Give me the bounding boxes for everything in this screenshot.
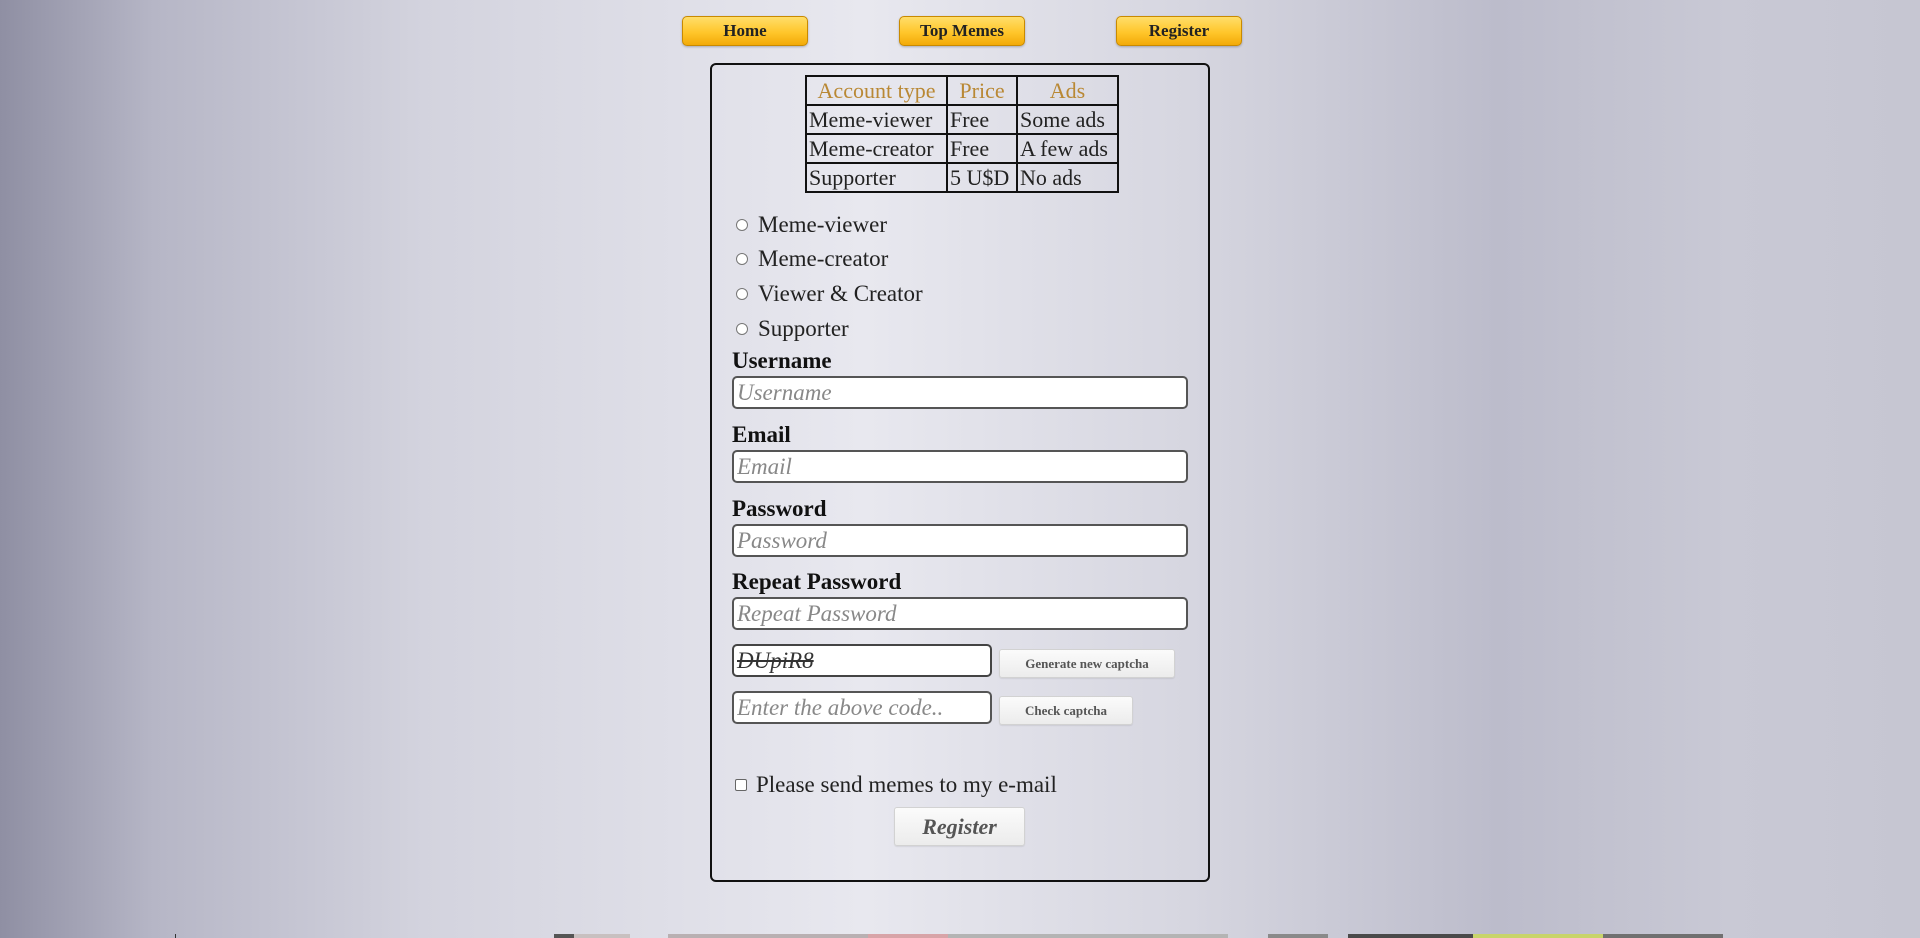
radio-label: Meme-creator [758,246,889,271]
bottom-image-strip [948,934,1228,938]
captcha-input[interactable] [732,691,992,724]
radio-button[interactable] [736,219,748,231]
table-cell: Some ads [1016,104,1119,135]
captcha-code-display: DUpiR8 [732,644,992,677]
email-input[interactable] [732,450,1188,483]
account-types-table: Account type Price Ads Meme-viewer Free … [805,75,1119,193]
newsletter-option[interactable]: Please send memes to my e-mail [735,770,1057,800]
username-input[interactable] [732,376,1188,409]
generate-captcha-button[interactable]: Generate new captcha [999,649,1175,678]
newsletter-checkbox[interactable] [735,779,747,791]
radio-button[interactable] [736,253,748,265]
nav-register-button[interactable]: Register [1116,16,1242,46]
radio-button[interactable] [736,288,748,300]
newsletter-label: Please send memes to my e-mail [756,772,1057,797]
radio-option-viewer-creator[interactable]: Viewer & Creator [736,279,923,309]
table-cell: Meme-viewer [805,104,948,135]
bottom-image-strip [868,934,948,938]
bottom-image-strip [1603,934,1723,938]
bottom-image-strip [1348,934,1473,938]
table-cell: No ads [1016,162,1119,193]
radio-option-supporter[interactable]: Supporter [736,314,849,344]
repeat-password-input[interactable] [732,597,1188,630]
table-header-account-type: Account type [805,75,948,106]
bottom-image-strip [1268,934,1328,938]
register-submit-button[interactable]: Register [894,807,1025,846]
repeat-password-label: Repeat Password [732,569,902,594]
radio-option-meme-creator[interactable]: Meme-creator [736,244,888,274]
table-header-ads: Ads [1016,75,1119,106]
nav-top-memes-button[interactable]: Top Memes [899,16,1025,46]
bottom-image-strip [175,934,176,938]
password-label: Password [732,496,827,521]
nav-home-button[interactable]: Home [682,16,808,46]
bottom-image-strip [668,934,868,938]
password-input[interactable] [732,524,1188,557]
email-label: Email [732,422,791,447]
bottom-image-strip [554,934,574,938]
check-captcha-button[interactable]: Check captcha [999,696,1133,725]
radio-button[interactable] [736,323,748,335]
radio-label: Supporter [758,316,849,341]
table-header-row: Account type Price Ads [805,75,1119,106]
table-cell: A few ads [1016,133,1119,164]
radio-label: Meme-viewer [758,212,887,237]
radio-option-meme-viewer[interactable]: Meme-viewer [736,210,887,240]
table-cell: 5 U$D [946,162,1018,193]
table-cell: Free [946,104,1018,135]
table-row: Meme-viewer Free Some ads [805,104,1119,135]
table-row: Supporter 5 U$D No ads [805,162,1119,193]
table-header-price: Price [946,75,1018,106]
table-cell: Free [946,133,1018,164]
table-cell: Supporter [805,162,948,193]
username-label: Username [732,348,832,373]
table-cell: Meme-creator [805,133,948,164]
table-row: Meme-creator Free A few ads [805,133,1119,164]
bottom-image-strip [574,934,630,938]
radio-label: Viewer & Creator [758,281,923,306]
bottom-image-strip [1473,934,1603,938]
